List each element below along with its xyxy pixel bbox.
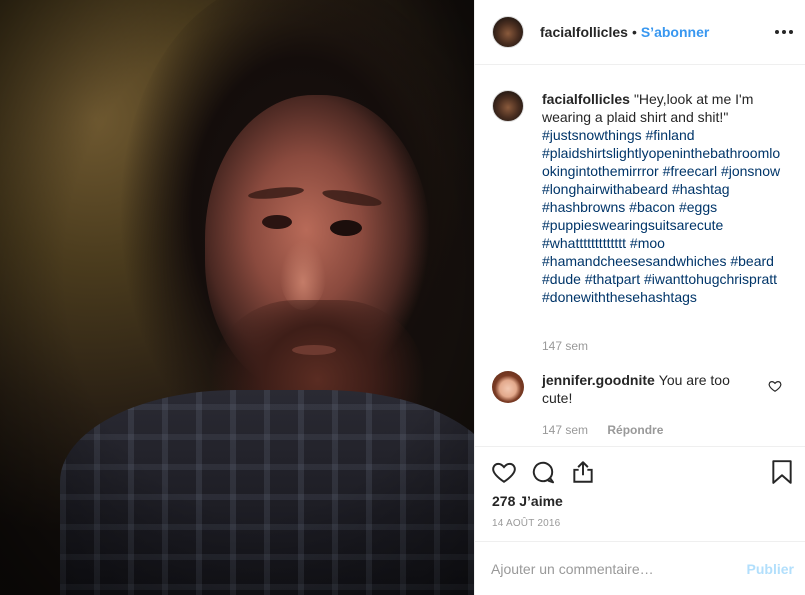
author-avatar[interactable] [492,16,524,48]
comment-item: jennifer.goodnite You are too cute! [492,371,760,407]
comment-input[interactable] [491,559,731,579]
post-actions: 278 J’aime 14 AOÛT 2016 [475,446,805,541]
comment-bubble-icon[interactable] [530,459,558,487]
comment-like-heart-icon[interactable] [768,379,782,393]
post-side-panel: facialfollicles • S’abonner facialfollic… [474,0,805,595]
commenter-avatar[interactable] [492,371,524,403]
publish-button[interactable]: Publier [747,561,794,577]
header-separator: • [631,24,637,40]
instagram-post: facialfollicles • S’abonner facialfollic… [0,0,805,595]
share-upload-icon[interactable] [570,459,598,487]
photo-vignette [0,0,474,595]
post-date[interactable]: 14 AOÛT 2016 [492,518,560,529]
post-header: facialfollicles • S’abonner [475,0,805,65]
caption-body: facialfollicles "Hey,look at me I'm weari… [542,90,784,306]
reply-button[interactable]: Répondre [607,423,663,437]
likes-count[interactable]: 278 J’aime [492,493,563,509]
post-photo[interactable] [0,0,474,595]
follow-button[interactable]: S’abonner [641,24,709,40]
caption-time[interactable]: 147 sem [542,339,588,353]
caption-avatar[interactable] [492,90,524,122]
comments-section[interactable]: facialfollicles "Hey,look at me I'm weari… [475,66,805,446]
comment-meta: 147 sem Répondre [542,423,663,437]
comment-username[interactable]: jennifer.goodnite [542,372,655,388]
caption-comment: facialfollicles "Hey,look at me I'm weari… [492,90,784,306]
comment-body: jennifer.goodnite You are too cute! [542,371,760,407]
caption-hashtags[interactable]: #justsnowthings #finland #plaidshirtslig… [542,127,780,305]
add-comment-bar: Publier [475,541,805,595]
like-heart-icon[interactable] [491,459,519,487]
caption-meta: 147 sem [542,339,588,353]
save-bookmark-icon[interactable] [771,459,799,487]
comment-time[interactable]: 147 sem [542,423,588,437]
author-username[interactable]: facialfollicles [540,24,628,40]
caption-username[interactable]: facialfollicles [542,91,630,107]
more-options-icon[interactable] [774,22,794,42]
